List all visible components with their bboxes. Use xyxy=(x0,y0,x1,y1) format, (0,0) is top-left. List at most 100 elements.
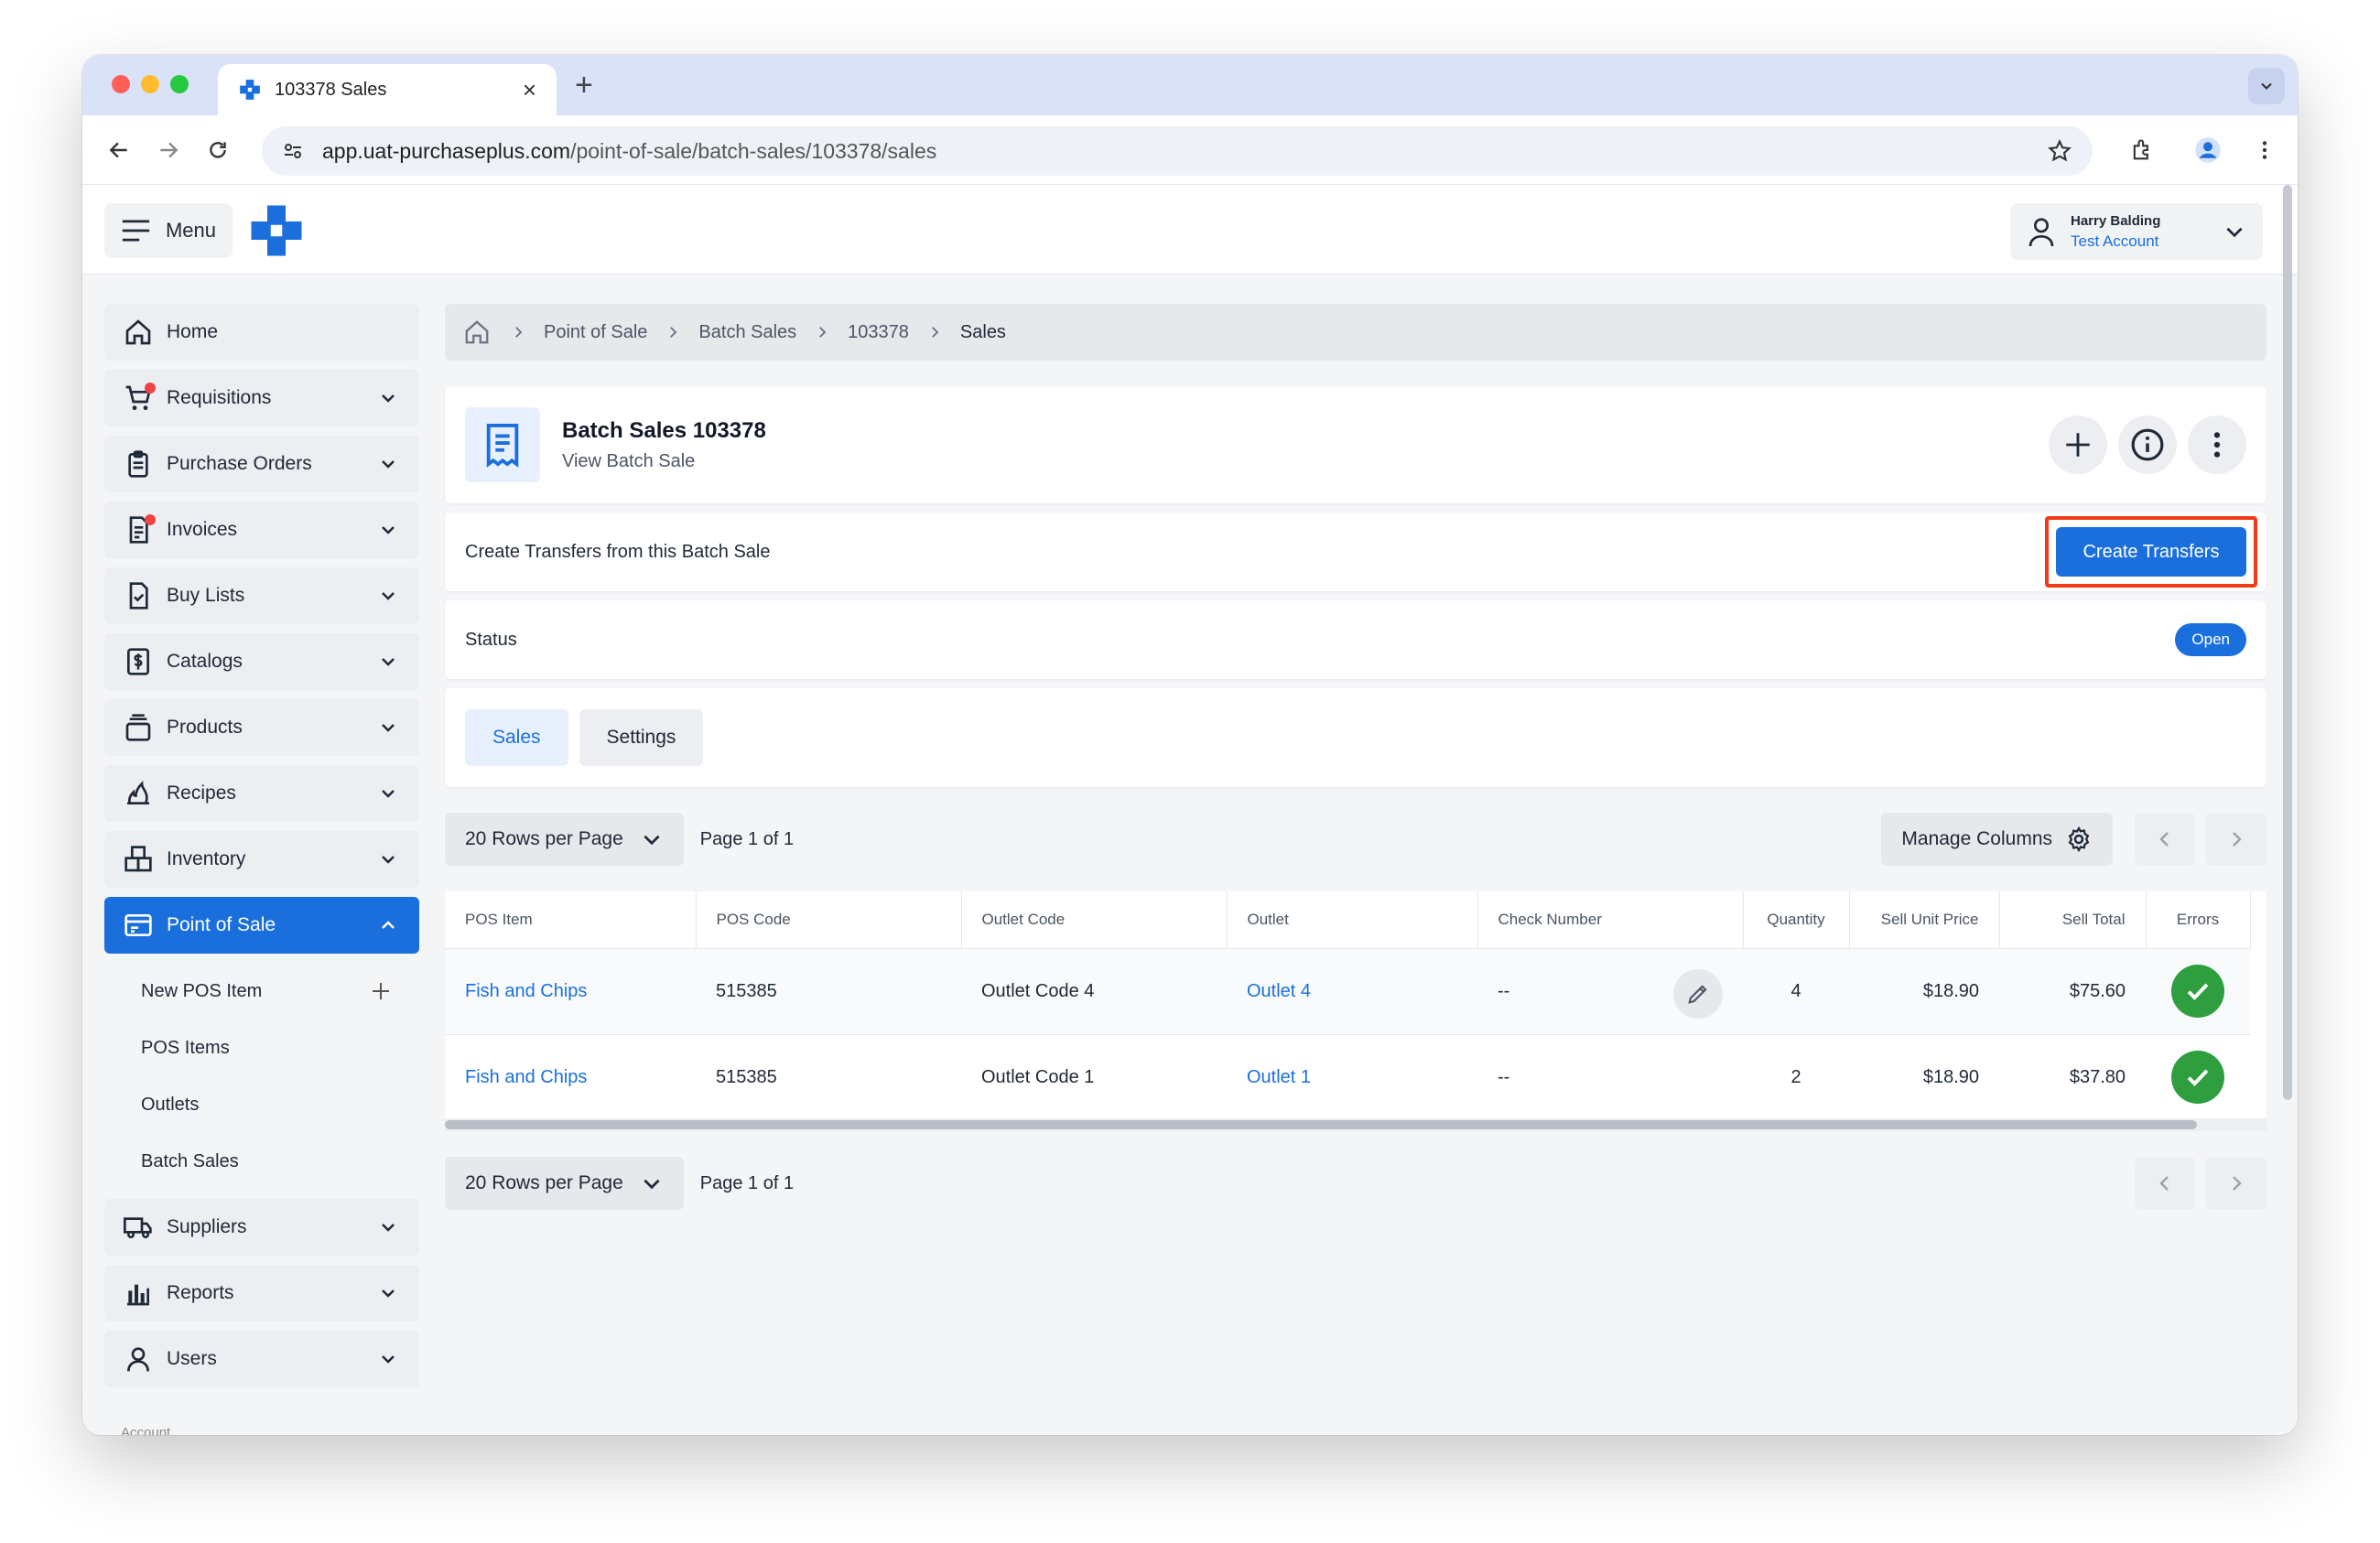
tabs-card: Sales Settings xyxy=(445,688,2266,787)
table-header-row: POS Item POS Code Outlet Code Outlet Che… xyxy=(445,891,2251,949)
bar-chart-icon xyxy=(123,1278,154,1309)
page-header-card: Batch Sales 103378 View Batch Sale xyxy=(445,386,2266,503)
next-page-button[interactable] xyxy=(2206,1157,2266,1210)
previous-page-button[interactable] xyxy=(2135,813,2195,866)
column-header[interactable]: Quantity xyxy=(1743,891,1850,949)
more-options-button[interactable] xyxy=(2188,415,2246,474)
menu-label: Menu xyxy=(165,219,216,242)
breadcrumb-home-icon[interactable] xyxy=(461,317,492,348)
outlet-link[interactable]: Outlet 4 xyxy=(1227,948,1477,1035)
sidebar-subitem-pos-items[interactable]: POS Items xyxy=(104,1020,419,1076)
check-success-icon xyxy=(2171,965,2224,1018)
check-number-cell: -- xyxy=(1477,1034,1743,1121)
sidebar-item-buy-lists[interactable]: Buy Lists xyxy=(104,567,419,624)
sidebar-item-home[interactable]: Home xyxy=(104,304,419,361)
cart-icon xyxy=(123,383,156,414)
maximize-window-button[interactable] xyxy=(170,75,189,93)
manage-columns-button[interactable]: Manage Columns xyxy=(1881,813,2113,866)
tab-close-icon[interactable]: × xyxy=(523,76,536,104)
previous-page-button[interactable] xyxy=(2135,1157,2195,1210)
forward-button[interactable] xyxy=(152,134,185,167)
hamburger-icon xyxy=(122,220,150,242)
sidebar-item-point-of-sale[interactable]: Point of Sale xyxy=(104,897,419,954)
tab-sales[interactable]: Sales xyxy=(465,709,568,766)
arrow-left-icon xyxy=(109,142,127,158)
boxes-icon xyxy=(123,844,154,875)
edit-check-number-button[interactable] xyxy=(1673,968,1723,1019)
column-header[interactable]: Check Number xyxy=(1477,891,1744,949)
create-transfers-button[interactable]: Create Transfers xyxy=(2056,527,2246,577)
new-tab-button[interactable]: + xyxy=(575,68,593,103)
vertical-scrollbar[interactable] xyxy=(2281,185,2294,1100)
browser-menu-button[interactable] xyxy=(2246,132,2283,168)
chevron-down-icon xyxy=(375,649,401,674)
reload-button[interactable] xyxy=(201,134,234,167)
browser-tab[interactable]: 103378 Sales × xyxy=(218,64,557,115)
column-header[interactable]: POS Item xyxy=(445,891,697,949)
bookmark-star-icon[interactable] xyxy=(2047,138,2072,164)
plus-icon[interactable] xyxy=(368,978,394,1004)
sidebar-item-reports[interactable]: Reports xyxy=(104,1265,419,1322)
sidebar-item-users[interactable]: Users xyxy=(104,1331,419,1387)
breadcrumb-batch-id[interactable]: 103378 xyxy=(848,322,909,343)
rows-per-page-select[interactable]: 20 Rows per Page xyxy=(445,813,684,866)
scrollbar-thumb[interactable] xyxy=(2283,185,2292,1100)
sidebar-item-purchase-orders[interactable]: Purchase Orders xyxy=(104,436,419,492)
column-header[interactable]: Sell Total xyxy=(1999,891,2147,949)
check-number-value: -- xyxy=(1498,980,1510,1001)
check-number-cell: -- xyxy=(1477,948,1743,1035)
horizontal-scrollbar[interactable] xyxy=(445,1118,2266,1131)
user-menu[interactable]: Harry Balding Test Account xyxy=(2010,203,2263,260)
errors-cell xyxy=(2146,1034,2250,1121)
pos-item-link[interactable]: Fish and Chips xyxy=(445,948,696,1035)
extensions-button[interactable] xyxy=(2124,132,2160,168)
outlet-code-cell: Outlet Code 4 xyxy=(961,948,1227,1035)
sidebar-subitem-batch-sales[interactable]: Batch Sales xyxy=(104,1133,419,1190)
url-path: /point-of-sale/batch-sales/103378/sales xyxy=(570,138,937,163)
tab-settings[interactable]: Settings xyxy=(579,709,704,766)
notification-dot xyxy=(145,514,156,525)
chevron-right-icon xyxy=(813,323,831,341)
breadcrumb-batch-sales[interactable]: Batch Sales xyxy=(698,322,796,343)
sidebar-item-products[interactable]: Products xyxy=(104,699,419,756)
site-settings-icon[interactable] xyxy=(282,140,304,162)
profile-button[interactable] xyxy=(2190,132,2226,168)
back-button[interactable] xyxy=(103,134,135,167)
address-bar[interactable]: app.uat-purchaseplus.com/point-of-sale/b… xyxy=(262,126,2093,176)
sidebar-item-invoices[interactable]: Invoices xyxy=(104,502,419,558)
add-button[interactable] xyxy=(2049,415,2107,474)
flame-icon xyxy=(123,778,154,809)
column-header[interactable]: Errors xyxy=(2146,891,2251,949)
sales-table: POS Item POS Code Outlet Code Outlet Che… xyxy=(445,891,2251,1121)
column-header[interactable]: POS Code xyxy=(696,891,962,949)
sidebar-item-recipes[interactable]: Recipes xyxy=(104,765,419,822)
sidebar-item-requisitions[interactable]: Requisitions xyxy=(104,370,419,426)
scrollbar-thumb[interactable] xyxy=(445,1120,2197,1129)
column-header[interactable]: Outlet xyxy=(1227,891,1478,949)
sidebar-subitem-outlets[interactable]: Outlets xyxy=(104,1076,419,1133)
unit-price-cell: $18.90 xyxy=(1849,948,1999,1035)
sidebar-item-catalogs[interactable]: Catalogs xyxy=(104,633,419,690)
rows-per-page-select[interactable]: 20 Rows per Page xyxy=(445,1157,684,1210)
column-header[interactable]: Sell Unit Price xyxy=(1849,891,2000,949)
check-success-icon xyxy=(2171,1051,2224,1104)
next-page-button[interactable] xyxy=(2206,813,2266,866)
chevron-down-icon xyxy=(640,827,664,851)
menu-button[interactable]: Menu xyxy=(104,203,233,258)
breadcrumb-point-of-sale[interactable]: Point of Sale xyxy=(544,322,647,343)
pagination-top: 20 Rows per Page Page 1 of 1 Manage Colu… xyxy=(445,813,2266,866)
minimize-window-button[interactable] xyxy=(141,75,159,93)
column-header[interactable]: Outlet Code xyxy=(961,891,1228,949)
sidebar-subitem-new-pos-item[interactable]: New POS Item xyxy=(104,963,419,1020)
pos-item-link[interactable]: Fish and Chips xyxy=(445,1034,696,1121)
purchaseplus-logo-icon[interactable] xyxy=(249,203,304,258)
info-button[interactable] xyxy=(2118,415,2177,474)
tab-search-button[interactable] xyxy=(2248,68,2285,104)
outlet-link[interactable]: Outlet 1 xyxy=(1227,1034,1477,1121)
user-icon xyxy=(2028,218,2054,247)
sidebar-item-suppliers[interactable]: Suppliers xyxy=(104,1199,419,1256)
close-window-button[interactable] xyxy=(112,75,130,93)
chevron-down-icon xyxy=(375,583,401,609)
sidebar-item-inventory[interactable]: Inventory xyxy=(104,831,419,888)
sidebar-item-label: Requisitions xyxy=(167,387,272,408)
